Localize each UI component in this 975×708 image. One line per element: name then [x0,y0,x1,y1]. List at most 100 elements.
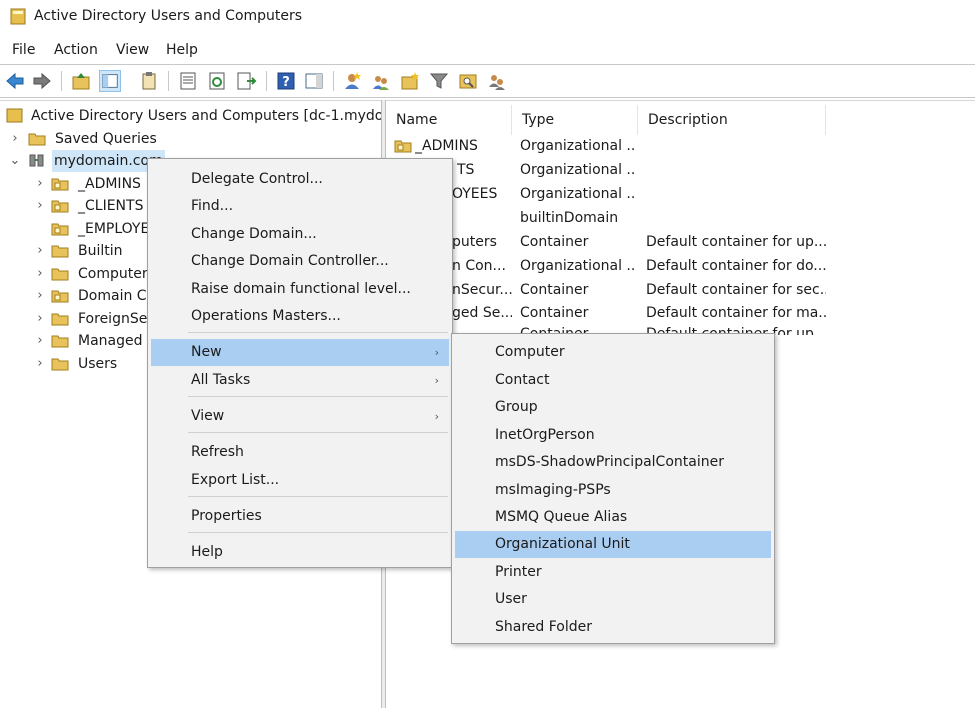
ou-folder-icon [51,290,69,303]
menu-item-delegate-control[interactable]: Delegate Control... [151,166,449,193]
window-title: Active Directory Users and Computers [34,8,303,24]
folder-icon [28,133,46,146]
ou-folder-icon [51,223,69,236]
chevron-right-icon[interactable]: › [33,308,47,330]
tree-root-label: Active Directory Users and Computers [dc… [31,108,381,124]
cell-name: _ADMINS [415,138,478,154]
show-hide-tree-icon[interactable] [99,70,121,92]
tree-item-label: Users [78,356,118,372]
tree-item-label: Builtin [78,243,123,259]
menu-item-change-domain-controller[interactable]: Change Domain Controller... [151,248,449,275]
back-icon[interactable] [4,70,26,92]
cell-name: ged Se... [452,305,512,321]
toolbar-separator [266,71,267,91]
menu-item-view[interactable]: View › [151,403,449,430]
show-action-pane-icon[interactable] [303,70,325,92]
tree-root[interactable]: Active Directory Users and Computers [dc… [6,105,381,127]
menu-item-properties[interactable]: Properties [151,503,449,530]
menu-item-find[interactable]: Find... [151,193,449,220]
submenu-item-inetorgperson[interactable]: InetOrgPerson [455,422,771,449]
cell-description: Default container for do... [646,258,826,274]
chevron-right-icon[interactable]: › [33,285,47,307]
chevron-right-icon[interactable]: › [33,353,47,375]
column-header-name[interactable]: Name [386,105,512,135]
toolbar: ? [0,64,975,98]
refresh-icon[interactable] [206,70,228,92]
menu-item-label: All Tasks [191,372,251,388]
tree-item-label: Domain Co [78,288,156,304]
column-header-description[interactable]: Description [638,105,826,135]
chevron-right-icon[interactable]: › [33,240,47,262]
cell-name: n Con... [452,258,506,274]
menu-file[interactable]: File [11,42,36,58]
folder-icon [51,268,69,281]
menu-item-all-tasks[interactable]: All Tasks › [151,367,449,394]
menu-item-operations-masters[interactable]: Operations Masters... [151,303,449,330]
properties-icon[interactable] [177,70,199,92]
menu-item-change-domain[interactable]: Change Domain... [151,221,449,248]
submenu-item-contact[interactable]: Contact [455,367,771,394]
menu-separator [188,532,448,533]
submenu-item-msmq-queue-alias[interactable]: MSMQ Queue Alias [455,504,771,531]
submenu-arrow-icon: › [434,346,439,359]
add-to-group-icon[interactable] [486,70,508,92]
cell-type: Organizational ... [520,186,635,202]
clipboard-icon[interactable] [138,70,160,92]
list-row[interactable]: _ADMINS Organizational ... [386,134,975,158]
list-row[interactable]: ged Se... Container Default container fo… [386,301,975,325]
title-bar: Active Directory Users and Computers [0,0,975,36]
chevron-right-icon[interactable]: › [33,263,47,285]
list-row[interactable]: n Con... Organizational ... Default cont… [386,254,975,278]
menu-item-raise-functional-level[interactable]: Raise domain functional level... [151,276,449,303]
new-user-icon[interactable] [341,70,363,92]
cell-name: OYEES [452,186,498,202]
submenu-item-printer[interactable]: Printer [455,559,771,586]
menu-view[interactable]: View [115,42,150,58]
tree-item-label: _CLIENTS [78,198,144,214]
tree-item-label: Saved Queries [55,131,157,147]
list-row[interactable]: OYEES Organizational ... [386,182,975,206]
list-row[interactable]: builtinDomain [386,206,975,230]
folder-icon [51,358,69,371]
submenu-arrow-icon: › [434,374,439,387]
cell-type: Container [520,234,589,250]
help-icon[interactable]: ? [275,70,297,92]
console-root-icon [6,108,23,123]
forward-icon[interactable] [31,70,53,92]
cell-type: Organizational ... [520,258,635,274]
find-icon[interactable] [457,70,479,92]
submenu-item-msimaging-psps[interactable]: msImaging-PSPs [455,477,771,504]
list-row[interactable]: TS Organizational ... [386,158,975,182]
submenu-item-shared-folder[interactable]: Shared Folder [455,614,771,641]
cell-name: puters [452,234,497,250]
menu-help[interactable]: Help [165,42,199,58]
filter-icon[interactable] [428,70,450,92]
list-row[interactable]: puters Container Default container for u… [386,230,975,254]
menu-item-export-list[interactable]: Export List... [151,467,449,494]
up-folder-icon[interactable] [70,70,92,92]
column-header-type[interactable]: Type [512,105,638,135]
export-list-icon[interactable] [235,70,257,92]
submenu-item-group[interactable]: Group [455,394,771,421]
chevron-right-icon[interactable]: › [33,195,47,217]
menu-action[interactable]: Action [53,42,99,58]
menu-item-help[interactable]: Help [151,539,449,566]
menu-item-refresh[interactable]: Refresh [151,439,449,466]
chevron-right-icon[interactable]: › [8,128,22,150]
chevron-down-icon[interactable]: ⌄ [8,150,22,172]
list-row[interactable]: nSecur... Container Default container fo… [386,278,975,302]
submenu-item-msds-shadow-principal-container[interactable]: msDS-ShadowPrincipalContainer [455,449,771,476]
tree-item-saved-queries[interactable]: › Saved Queries [8,128,378,150]
cell-type: builtinDomain [520,210,619,226]
chevron-right-icon[interactable]: › [33,330,47,352]
submenu-item-organizational-unit[interactable]: Organizational Unit [455,531,771,558]
menu-bar: File Action View Help [0,38,975,64]
submenu-item-user[interactable]: User [455,586,771,613]
new-group-icon[interactable] [370,70,392,92]
ou-folder-icon [51,178,69,191]
new-ou-icon[interactable] [399,70,421,92]
submenu-item-computer[interactable]: Computer [455,339,771,366]
menu-item-new[interactable]: New › [151,339,449,366]
cell-type: Container [520,305,589,321]
chevron-right-icon[interactable]: › [33,173,47,195]
